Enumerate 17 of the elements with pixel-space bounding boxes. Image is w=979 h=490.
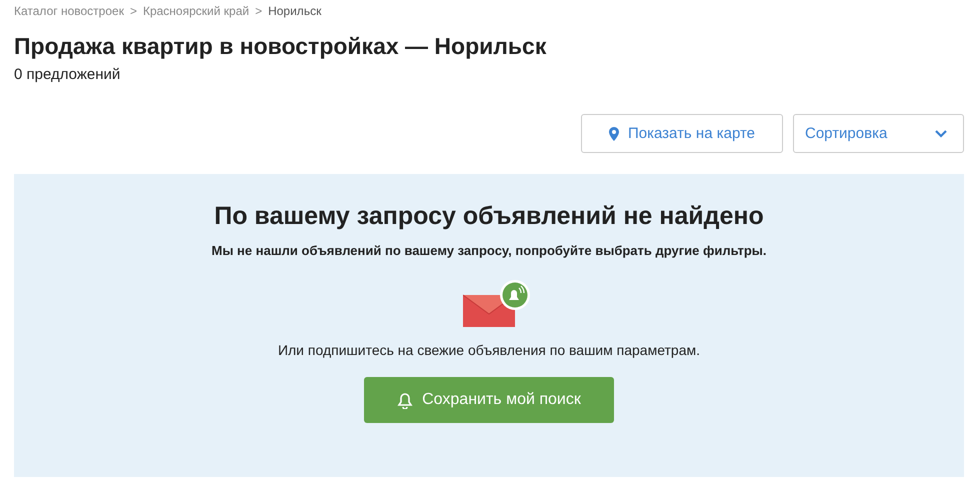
bell-icon [397, 391, 414, 409]
save-search-button[interactable]: Сохранить мой поиск [364, 377, 614, 423]
empty-subtitle: Мы не нашли объявлений по вашему запросу, попробуйте выбрать другие фильтры. [212, 243, 766, 258]
current-page-label: Норильск [268, 4, 322, 18]
breadcrumb-link[interactable]: Красноярский край [142, 4, 250, 18]
sort-dropdown[interactable]: Сортировка [793, 114, 964, 153]
breadcrumb-separator: > [130, 4, 137, 18]
subscribe-prompt: Или подпишитесь на свежие объявления по вашим параметрам. [278, 342, 700, 358]
offer-count: 0 предложений [14, 66, 122, 83]
breadcrumb-separator: > [255, 4, 262, 18]
chevron-down-icon [935, 130, 947, 138]
map-pin-icon [608, 126, 619, 140]
breadcrumb-link[interactable]: Каталог новостроек [14, 4, 124, 18]
show-on-map-button[interactable]: Показать на карте [581, 114, 783, 153]
empty-heading: По вашему запросу объявлений не найдено [214, 202, 764, 231]
envelope-bell-icon [463, 280, 533, 330]
page-title: Продажа квартир в новостройках — Норильск [14, 33, 548, 60]
